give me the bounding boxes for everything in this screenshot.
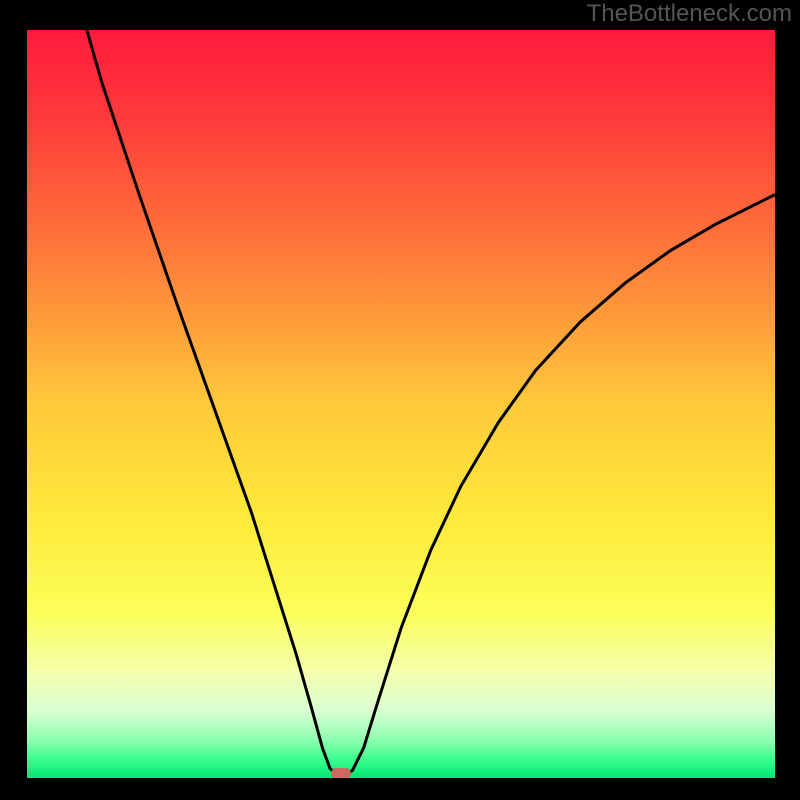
chart-frame: TheBottleneck.com (0, 0, 800, 800)
plot-area (27, 30, 775, 778)
attribution-label: TheBottleneck.com (587, 2, 792, 26)
curve-line (87, 30, 775, 775)
curve-svg (27, 30, 775, 778)
min-point-marker (331, 768, 350, 778)
